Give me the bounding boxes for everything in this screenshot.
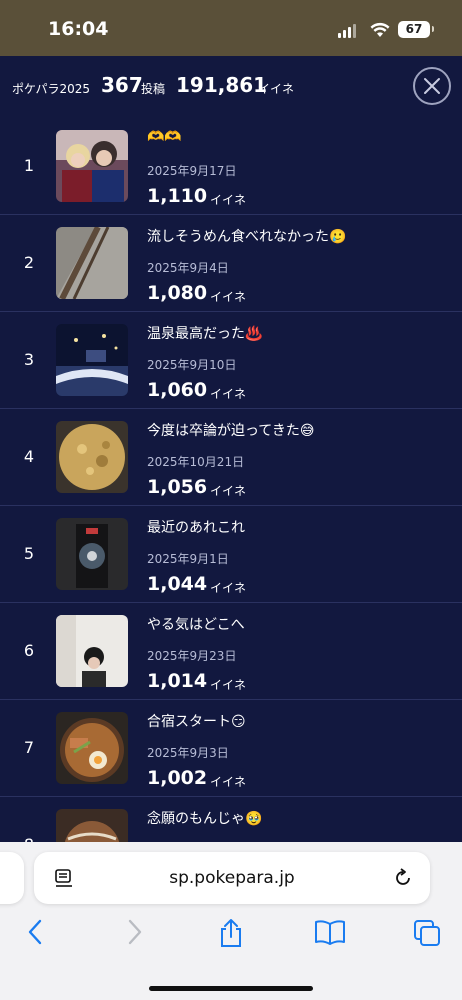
rank-number: 6 <box>23 641 35 660</box>
post-date: 2025年9月23日 <box>147 649 237 663</box>
post-date: 2025年9月3日 <box>147 746 229 760</box>
post-title: 合宿スタート😏 <box>147 714 246 730</box>
browser-toolbar <box>0 918 462 958</box>
like-unit: イイネ <box>210 484 247 498</box>
post-date: 2025年9月4日 <box>147 261 229 275</box>
post-title: 🫶🫶 <box>147 129 182 145</box>
rank-number: 3 <box>23 350 35 369</box>
forward-icon[interactable] <box>126 918 144 946</box>
post-row[interactable]: 5 最近のあれこれ 2025年9月1日 1,044 イイネ <box>0 506 462 603</box>
tabs-icon[interactable] <box>412 918 442 948</box>
like-count: 1,014 <box>147 670 208 692</box>
reload-icon[interactable] <box>392 867 414 889</box>
cellular-signal-icon <box>338 24 356 38</box>
post-thumbnail <box>56 712 128 784</box>
posts-unit: 投稿 <box>141 82 166 96</box>
post-thumbnail <box>56 227 128 299</box>
battery-indicator: 67 <box>398 21 434 38</box>
post-row[interactable]: 4 今度は卒論が迫ってきた😅 2025年10月21日 1,056 イイネ <box>0 409 462 506</box>
post-row[interactable]: 8 念願のもんじゃ🥹 <box>0 797 462 842</box>
like-unit: イイネ <box>210 581 247 595</box>
post-row[interactable]: 3 温泉最高だった♨️ 2025年9月10日 1,060 イイネ <box>0 312 462 409</box>
status-bar: 16:04 67 <box>0 0 462 56</box>
rank-number: 8 <box>22 835 36 842</box>
like-count: 1,056 <box>147 476 208 498</box>
post-thumbnail <box>56 615 128 687</box>
status-time: 16:04 <box>48 18 109 40</box>
like-count: 1,002 <box>147 767 208 789</box>
likes-unit: イイネ <box>258 82 295 96</box>
like-unit: イイネ <box>210 775 247 789</box>
like-count: 1,080 <box>147 282 208 304</box>
url-text: sp.pokepara.jp <box>169 868 295 888</box>
posts-count: 367 <box>101 73 143 97</box>
ranking-header: ポケパラ2025 367 投稿 191,861 イイネ <box>0 56 462 118</box>
post-title: やる気はどこへ <box>147 617 245 633</box>
post-title: 今度は卒論が迫ってきた😅 <box>147 423 315 439</box>
post-thumbnail <box>56 130 128 202</box>
previous-tab-preview[interactable] <box>0 852 24 904</box>
post-thumbnail <box>56 809 128 842</box>
post-date: 2025年9月1日 <box>147 552 229 566</box>
like-unit: イイネ <box>210 290 247 304</box>
address-bar[interactable]: sp.pokepara.jp <box>34 852 430 904</box>
like-unit: イイネ <box>210 193 247 207</box>
share-icon[interactable] <box>218 918 244 948</box>
post-title: 温泉最高だった♨️ <box>147 326 263 342</box>
close-icon <box>424 78 440 94</box>
like-count: 1,060 <box>147 379 208 401</box>
close-button[interactable] <box>413 67 451 105</box>
likes-count: 191,861 <box>176 73 268 97</box>
post-row[interactable]: 1 🫶🫶 2025年9月17日 1,110 イイネ <box>0 118 462 215</box>
like-count: 1,110 <box>147 185 208 207</box>
post-title: 念願のもんじゃ🥹 <box>147 811 263 827</box>
rank-number: 1 <box>23 156 35 175</box>
post-thumbnail <box>56 324 128 396</box>
post-row[interactable]: 7 合宿スタート😏 2025年9月3日 1,002 イイネ <box>0 700 462 797</box>
post-date: 2025年10月21日 <box>147 455 245 469</box>
post-title: 流しそうめん食べれなかった🥲 <box>147 229 347 245</box>
post-ranking-list: 1 🫶🫶 2025年9月17日 1,110 イイネ 2 流しそうめん食べれなかっ… <box>0 118 462 842</box>
browser-bottom-bar: sp.pokepara.jp <box>0 842 462 1000</box>
post-thumbnail <box>56 421 128 493</box>
post-title: 最近のあれこれ <box>147 520 245 536</box>
back-icon[interactable] <box>26 918 44 946</box>
post-date: 2025年9月17日 <box>147 164 237 178</box>
post-row[interactable]: 6 やる気はどこへ 2025年9月23日 1,014 イイネ <box>0 603 462 700</box>
home-indicator <box>149 986 313 991</box>
rank-number: 5 <box>23 544 35 563</box>
post-thumbnail <box>56 518 128 590</box>
rank-number: 7 <box>23 738 35 757</box>
like-unit: イイネ <box>210 678 247 692</box>
like-unit: イイネ <box>210 387 247 401</box>
rank-number: 2 <box>23 253 35 272</box>
post-date: 2025年9月10日 <box>147 358 237 372</box>
bookmarks-icon[interactable] <box>314 918 346 946</box>
post-row[interactable]: 2 流しそうめん食べれなかった🥲 2025年9月4日 1,080 イイネ <box>0 215 462 312</box>
app-name: ポケパラ2025 <box>12 82 91 96</box>
wifi-icon <box>370 22 390 37</box>
like-count: 1,044 <box>147 573 208 595</box>
rank-number: 4 <box>23 447 35 466</box>
